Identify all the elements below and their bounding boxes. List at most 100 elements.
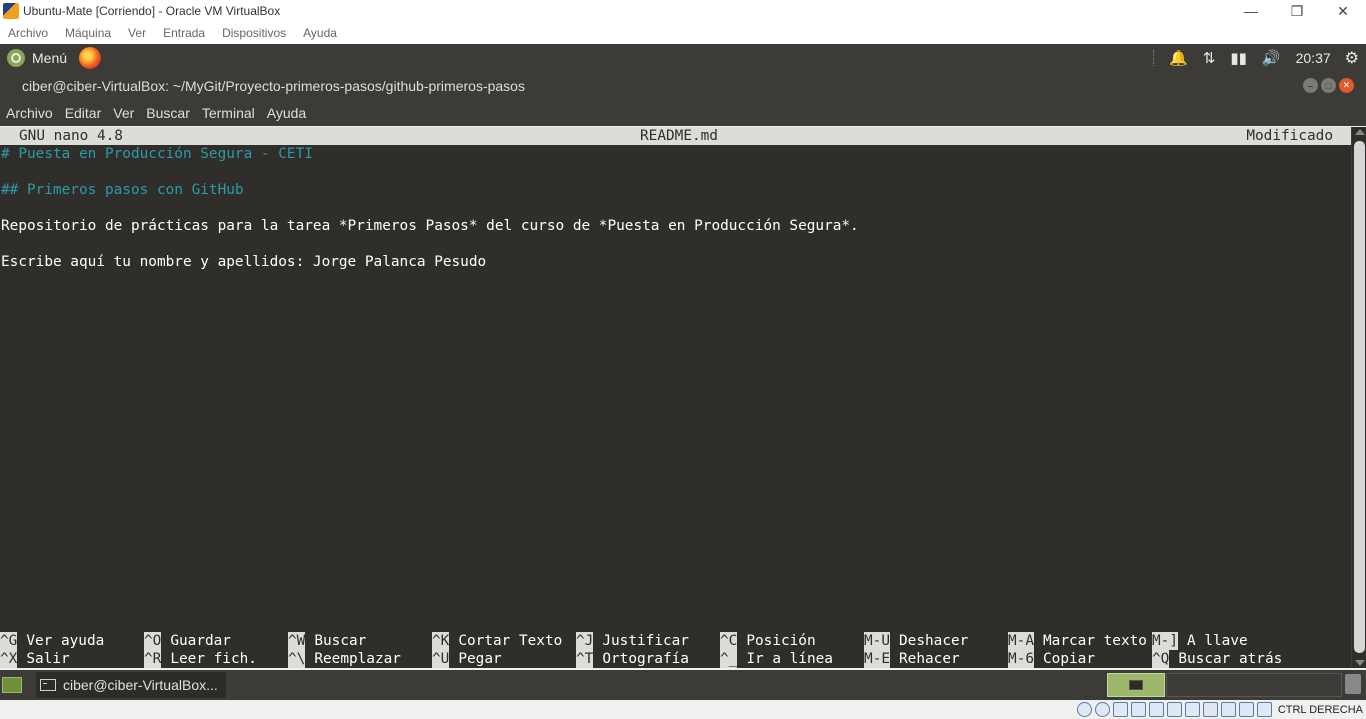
- virtualbox-icon: [3, 3, 19, 19]
- term-menu-buscar[interactable]: Buscar: [146, 105, 190, 121]
- editor-line-5[interactable]: Repositorio de prácticas para la tarea *…: [1, 217, 859, 235]
- shortcut-key: M-U: [864, 632, 890, 650]
- tray-separator: [1153, 50, 1155, 66]
- host-menu-archivo[interactable]: Archivo: [8, 26, 48, 40]
- editor-line-3[interactable]: ## Primeros pasos con GitHub: [1, 181, 244, 199]
- trash-icon[interactable]: [1345, 674, 1361, 694]
- terminal-close-icon[interactable]: ✕: [1339, 78, 1354, 93]
- shortcut-key: ^O: [144, 632, 162, 650]
- close-icon[interactable]: ✕: [1320, 0, 1366, 22]
- terminal-content[interactable]: GNU nano 4.8 README.md Modificado # Pues…: [0, 127, 1351, 668]
- term-menu-terminal[interactable]: Terminal: [202, 105, 255, 121]
- panel-tray: 🔔 ⇅ ▮▮ 🔊 20:37 ⚙: [1153, 44, 1366, 72]
- main-menu-button[interactable]: Menú: [7, 49, 67, 67]
- network-icon[interactable]: ⇅: [1203, 49, 1216, 67]
- host-menu-maquina[interactable]: Máquina: [65, 26, 111, 40]
- terminal-icon: [40, 679, 56, 691]
- shortcut-ortografia: ^T Ortografía: [576, 650, 689, 668]
- usb-icon[interactable]: [1148, 702, 1164, 717]
- audio-icon[interactable]: [1112, 702, 1128, 717]
- shortcut-copiar: M-6 Copiar: [1008, 650, 1095, 668]
- vm-status-icons: [1076, 702, 1275, 717]
- editor-line-1[interactable]: # Puesta en Producción Segura - CETI: [1, 145, 313, 163]
- term-menu-editar[interactable]: Editar: [65, 105, 102, 121]
- host-window-title: Ubuntu-Mate [Corriendo] - Oracle VM Virt…: [23, 4, 281, 18]
- shortcut-key: ^W: [288, 632, 306, 650]
- workspace-1[interactable]: [1107, 673, 1165, 697]
- host-window-controls: — ❐ ✕: [1228, 0, 1366, 22]
- term-menu-archivo[interactable]: Archivo: [6, 105, 53, 121]
- scroll-down-icon[interactable]: [1355, 660, 1365, 666]
- shortcut-pegar: ^U Pegar: [432, 650, 502, 668]
- host-statusbar: CTRL DERECHA: [0, 700, 1366, 719]
- shortcut-key: M-E: [864, 650, 890, 668]
- scroll-thumb[interactable]: [1354, 141, 1365, 653]
- host-menu-ver[interactable]: Ver: [128, 26, 146, 40]
- shortcut-key: M-]: [1152, 632, 1178, 650]
- shortcut-label: Justificar: [602, 633, 689, 649]
- term-menu-ayuda[interactable]: Ayuda: [267, 105, 306, 121]
- terminal-maximize-icon[interactable]: □: [1321, 78, 1336, 93]
- host-menubar: Archivo Máquina Ver Entrada Dispositivos…: [0, 22, 1366, 44]
- shortcut-label: Deshacer: [899, 633, 969, 649]
- restore-icon[interactable]: ❐: [1274, 0, 1320, 22]
- term-menu-ver[interactable]: Ver: [113, 105, 134, 121]
- shortcut-key: ^K: [432, 632, 450, 650]
- nano-shortcuts: ^G Ver ayuda ^O Guardar ^W Buscar ^K Cortar …: [0, 632, 1351, 668]
- host-menu-entrada[interactable]: Entrada: [163, 26, 205, 40]
- editor-line-7[interactable]: Escribe aquí tu nombre y apellidos: Jorg…: [1, 253, 486, 271]
- shortcut-key: ^X: [0, 650, 18, 668]
- taskbar-item-label: ciber@ciber-VirtualBox...: [63, 677, 218, 693]
- system-gear-icon[interactable]: ⚙: [1345, 48, 1359, 68]
- shortcut-guardar: ^O Guardar: [144, 632, 231, 650]
- virtualization-icon[interactable]: [1220, 702, 1236, 717]
- shortcut-buscar: ^W Buscar: [288, 632, 366, 650]
- taskbar-terminal-item[interactable]: ciber@ciber-VirtualBox...: [36, 672, 226, 698]
- shortcut-key: ^\: [288, 650, 306, 668]
- video-capture-icon[interactable]: [1202, 702, 1218, 717]
- shortcut-key: M-6: [1008, 650, 1034, 668]
- host-titlebar: Ubuntu-Mate [Corriendo] - Oracle VM Virt…: [0, 0, 1366, 22]
- shortcut-label: Ver ayuda: [26, 633, 105, 649]
- terminal-menubar: Archivo Editar Ver Buscar Terminal Ayuda: [0, 100, 1366, 126]
- minimize-icon[interactable]: —: [1228, 0, 1274, 22]
- scroll-up-icon[interactable]: [1355, 129, 1365, 135]
- display-icon[interactable]: [1184, 702, 1200, 717]
- shortcut-label: Pegar: [458, 651, 502, 667]
- shortcut-label: Posición: [746, 633, 816, 649]
- notification-bell-icon[interactable]: 🔔: [1169, 49, 1188, 67]
- shortcut-key: ^T: [576, 650, 594, 668]
- shortcut-label: Ortografía: [602, 651, 689, 667]
- shortcut-label: Cortar Texto: [458, 633, 563, 649]
- network-adapter-icon[interactable]: [1130, 702, 1146, 717]
- terminal-window-controls: – □ ✕: [1303, 78, 1354, 93]
- shortcut-label: Marcar texto: [1043, 633, 1147, 649]
- shortcut-posicion: ^C Posición: [720, 632, 816, 650]
- host-menu-dispositivos[interactable]: Dispositivos: [222, 26, 286, 40]
- terminal-minimize-icon[interactable]: –: [1303, 78, 1318, 93]
- shared-folders-icon[interactable]: [1166, 702, 1182, 717]
- battery-icon[interactable]: ▮▮: [1230, 49, 1247, 67]
- shortcut-key: ^U: [432, 650, 450, 668]
- shortcut-key: ^Q: [1152, 650, 1170, 668]
- shortcut-label: Leer fich.: [170, 651, 257, 667]
- clock[interactable]: 20:37: [1296, 50, 1331, 66]
- terminal-scrollbar[interactable]: [1351, 127, 1366, 668]
- shortcut-key: ^J: [576, 632, 594, 650]
- shortcut-justificar: ^J Justificar: [576, 632, 689, 650]
- shortcut-marcar-texto: M-A Marcar texto: [1008, 632, 1147, 650]
- volume-icon[interactable]: 🔊: [1262, 49, 1281, 67]
- shortcut-cortar-texto: ^K Cortar Texto: [432, 632, 562, 650]
- nano-modified-status: Modificado: [1246, 128, 1333, 144]
- workspace-2[interactable]: [1166, 673, 1342, 697]
- workspace-window-icon: [1129, 680, 1143, 690]
- host-menu-ayuda[interactable]: Ayuda: [303, 26, 337, 40]
- keyboard-capture-icon[interactable]: [1256, 702, 1272, 717]
- shortcut-salir: ^X Salir: [0, 650, 70, 668]
- optical-drive-icon[interactable]: [1094, 702, 1110, 717]
- hard-disk-icon[interactable]: [1076, 702, 1092, 717]
- mate-logo-icon: [7, 49, 25, 67]
- mouse-integration-icon[interactable]: [1238, 702, 1254, 717]
- show-desktop-icon[interactable]: [2, 677, 22, 693]
- firefox-launcher-icon[interactable]: [79, 47, 102, 69]
